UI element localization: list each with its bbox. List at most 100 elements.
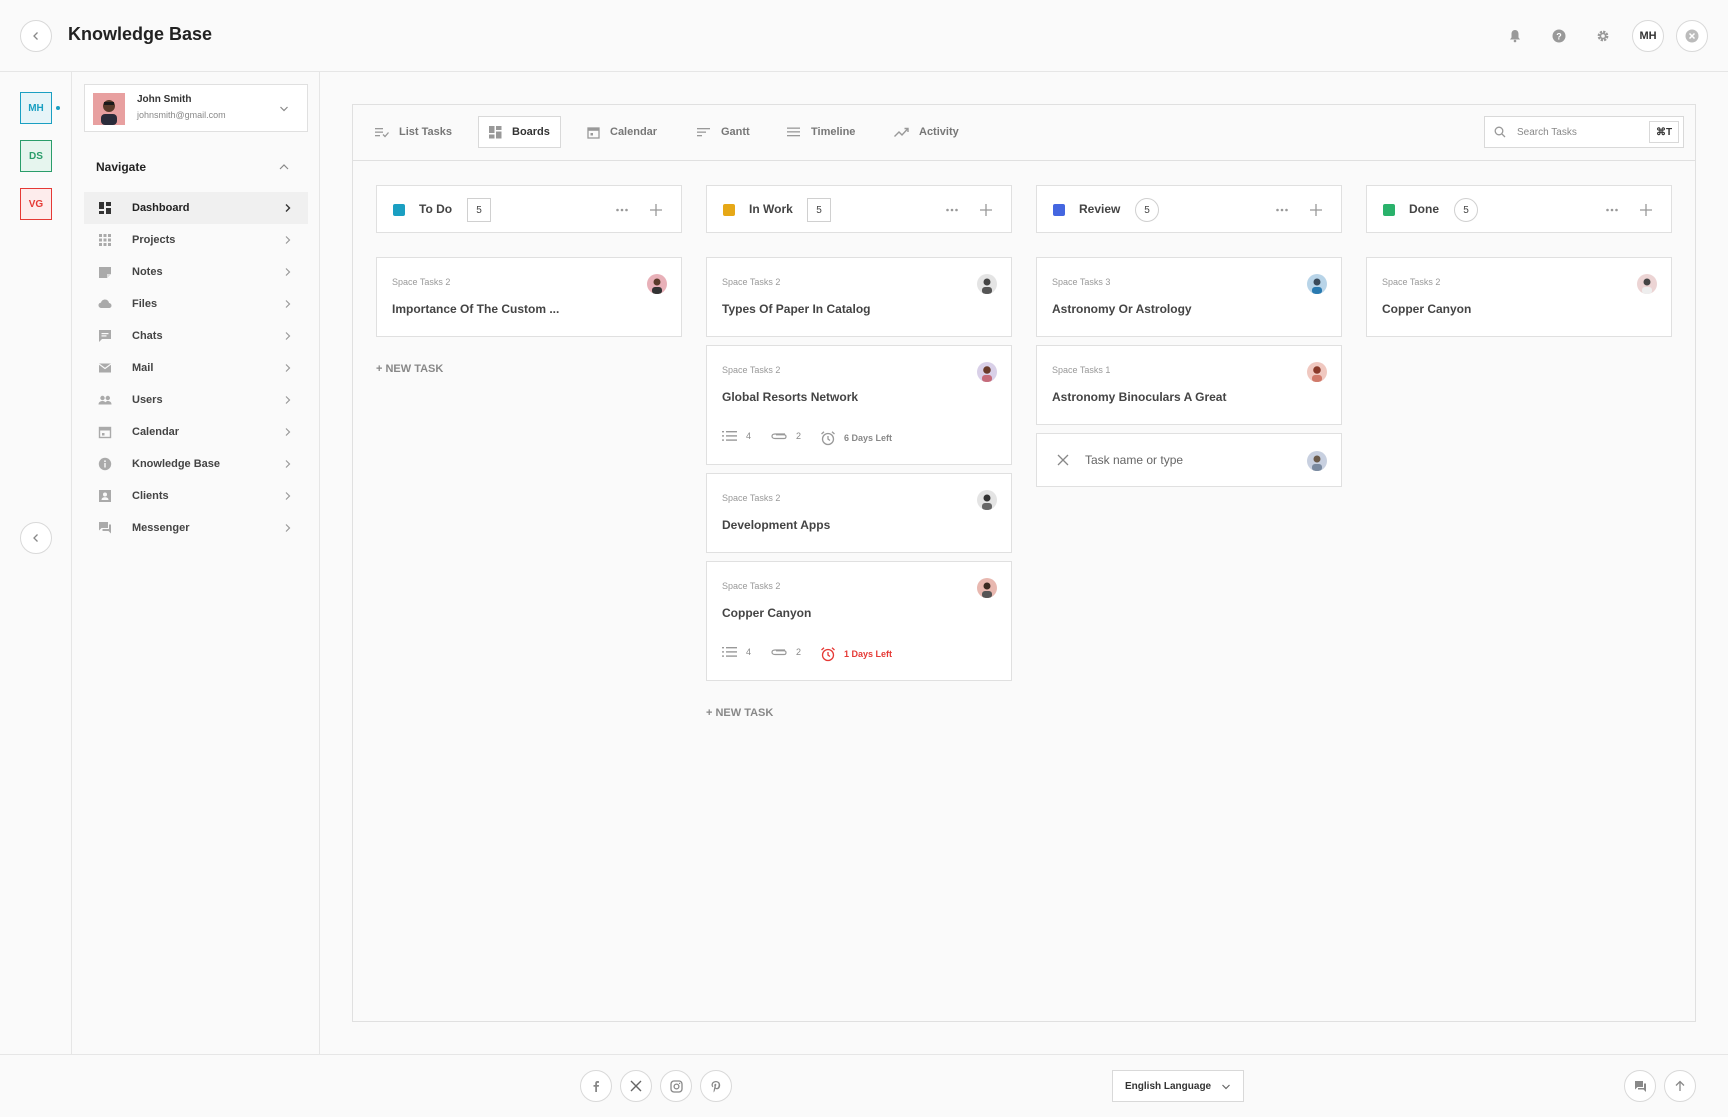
task-card[interactable]: Space Tasks 2 Copper Canyon xyxy=(1366,257,1672,337)
column-todo: To Do 5 Space Tasks 2 Importance Of The … xyxy=(376,185,682,375)
more-options-icon[interactable] xyxy=(1275,203,1289,217)
help-icon[interactable]: ? xyxy=(1549,26,1569,46)
task-card[interactable]: Space Tasks 2 Importance Of The Custom .… xyxy=(376,257,682,337)
svg-text:?: ? xyxy=(1556,31,1562,41)
tab-timeline[interactable]: Timeline xyxy=(787,116,855,148)
task-space: Space Tasks 2 xyxy=(722,277,781,287)
column-color-swatch xyxy=(1383,204,1395,216)
close-button[interactable] xyxy=(1676,20,1708,52)
tab-boards[interactable]: Boards xyxy=(478,116,561,148)
task-card[interactable]: Space Tasks 1 Astronomy Binoculars A Gre… xyxy=(1036,345,1342,425)
chevron-down-icon xyxy=(280,106,288,112)
add-task-icon[interactable] xyxy=(1639,203,1653,217)
assignee-picker[interactable] xyxy=(1307,451,1327,471)
collapse-sidebar-button[interactable] xyxy=(20,522,52,554)
task-name-input[interactable] xyxy=(1083,450,1283,470)
close-icon xyxy=(1685,29,1699,43)
assignee-avatar xyxy=(977,578,997,598)
x-icon xyxy=(630,1080,642,1092)
chevron-up-icon[interactable] xyxy=(278,163,290,171)
add-task-icon[interactable] xyxy=(649,203,663,217)
add-task-icon[interactable] xyxy=(979,203,993,217)
task-space: Space Tasks 2 xyxy=(722,581,781,591)
messenger-icon xyxy=(99,522,111,534)
sidebar-item-chats[interactable]: Chats xyxy=(84,320,308,352)
alarm-icon xyxy=(821,431,835,446)
more-options-icon[interactable] xyxy=(945,203,959,217)
workspace-vg[interactable]: VG xyxy=(20,188,52,220)
language-selector[interactable]: English Language xyxy=(1112,1070,1244,1102)
checklist-value: 4 xyxy=(746,647,752,657)
attachments-value: 2 xyxy=(796,431,802,441)
sidebar-item-knowledge-base[interactable]: Knowledge Base xyxy=(84,448,308,480)
tab-label: Timeline xyxy=(811,126,856,138)
tab-label: Boards xyxy=(512,126,550,138)
sidebar-item-label: Calendar xyxy=(132,426,180,438)
cloud-icon xyxy=(98,299,112,308)
task-title: Types Of Paper In Catalog xyxy=(722,302,871,316)
user-switcher[interactable]: John Smith johnsmith@gmail.com xyxy=(84,84,308,132)
sidebar-item-label: Chats xyxy=(132,330,163,342)
search-input[interactable] xyxy=(1515,123,1635,141)
due-indicator: 6 Days Left xyxy=(820,430,892,446)
column-review: Review 5 Space Tasks 3 Astronomy Or Astr… xyxy=(1036,185,1342,487)
workspace-mh[interactable]: MH xyxy=(20,92,52,124)
chat-support-button[interactable] xyxy=(1624,1070,1656,1102)
task-card[interactable]: Space Tasks 2 Development Apps xyxy=(706,473,1012,553)
more-options-icon[interactable] xyxy=(1605,203,1619,217)
task-card[interactable]: Space Tasks 3 Astronomy Or Astrology xyxy=(1036,257,1342,337)
search-icon xyxy=(1494,126,1506,138)
new-task-button[interactable]: + NEW TASK xyxy=(376,363,443,375)
bell-icon[interactable] xyxy=(1505,26,1525,46)
more-options-icon[interactable] xyxy=(615,203,629,217)
sidebar-item-files[interactable]: Files xyxy=(84,288,308,320)
column-count: 5 xyxy=(807,198,831,222)
workspace-ds[interactable]: DS xyxy=(20,140,52,172)
task-card[interactable]: Space Tasks 2 Types Of Paper In Catalog xyxy=(706,257,1012,337)
sidebar-item-label: Clients xyxy=(132,490,169,502)
instagram-icon xyxy=(669,1079,683,1093)
task-card[interactable]: Space Tasks 2 Global Resorts Network 4 2… xyxy=(706,345,1012,465)
tab-calendar[interactable]: Calendar xyxy=(587,116,657,148)
chat-icon xyxy=(99,330,111,342)
back-button[interactable] xyxy=(20,20,52,52)
sidebar-item-label: Notes xyxy=(132,266,163,278)
gear-icon[interactable] xyxy=(1593,26,1613,46)
tab-list-tasks[interactable]: List Tasks xyxy=(375,116,452,148)
close-icon[interactable] xyxy=(1057,454,1069,466)
sidebar-item-dashboard[interactable]: Dashboard xyxy=(84,192,308,224)
column-done: Done 5 Space Tasks 2 Copper Canyon xyxy=(1366,185,1672,337)
sidebar-item-messenger[interactable]: Messenger xyxy=(84,512,308,544)
alarm-icon xyxy=(821,647,835,662)
facebook-link[interactable] xyxy=(580,1070,612,1102)
user-avatar-button[interactable]: MH xyxy=(1632,20,1664,52)
sidebar-item-notes[interactable]: Notes xyxy=(84,256,308,288)
sidebar-item-projects[interactable]: Projects xyxy=(84,224,308,256)
column-title: Review xyxy=(1079,202,1121,216)
due-indicator: 1 Days Left xyxy=(820,646,892,662)
sidebar-item-calendar[interactable]: Calendar xyxy=(84,416,308,448)
chevron-right-icon xyxy=(285,364,291,372)
instagram-link[interactable] xyxy=(660,1070,692,1102)
sidebar-item-label: Files xyxy=(132,298,158,310)
top-header: Knowledge Base ? MH xyxy=(0,0,1728,72)
tab-activity[interactable]: Activity xyxy=(894,116,959,148)
sidebar-item-clients[interactable]: Clients xyxy=(84,480,308,512)
task-space: Space Tasks 2 xyxy=(722,493,781,503)
task-space: Space Tasks 2 xyxy=(722,365,781,375)
pinterest-link[interactable] xyxy=(700,1070,732,1102)
notes-icon xyxy=(99,267,111,278)
sidebar-item-mail[interactable]: Mail xyxy=(84,352,308,384)
active-workspace-dot xyxy=(56,106,60,110)
add-task-icon[interactable] xyxy=(1309,203,1323,217)
tab-gantt[interactable]: Gantt xyxy=(697,116,750,148)
x-link[interactable] xyxy=(620,1070,652,1102)
checklist-icon xyxy=(722,647,737,657)
chevron-right-icon xyxy=(285,332,291,340)
sidebar-item-users[interactable]: Users xyxy=(84,384,308,416)
scroll-top-button[interactable] xyxy=(1664,1070,1696,1102)
new-task-button[interactable]: + NEW TASK xyxy=(706,707,773,719)
task-card[interactable]: Space Tasks 2 Copper Canyon 4 2 1 Days L… xyxy=(706,561,1012,681)
workspace-rail: MH DS VG xyxy=(0,72,72,1054)
checklist-icon xyxy=(722,431,737,441)
